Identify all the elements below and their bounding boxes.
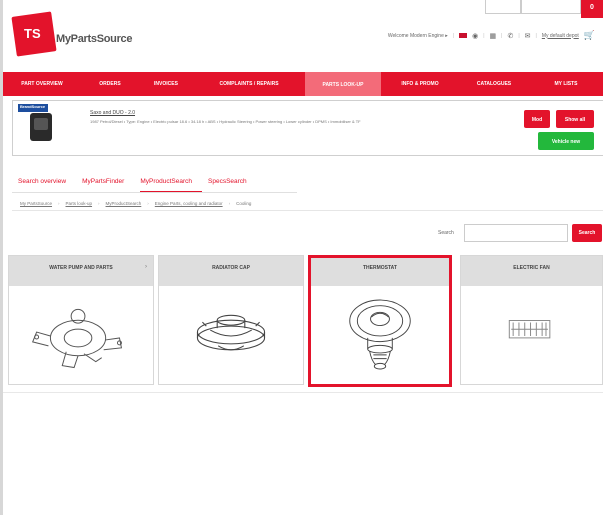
content-divider — [3, 392, 603, 393]
card-title: Electric fan — [461, 256, 602, 286]
breadcrumb-separator: › — [98, 201, 100, 206]
top-cart-badge[interactable]: 0 — [581, 0, 603, 18]
breadcrumb-separator: › — [228, 201, 231, 206]
utility-bar: Welcome Modern Engine ▸ | ◉ | ▦ | ✆ | ✉ … — [388, 30, 595, 41]
mail-icon[interactable]: ✉ — [525, 32, 531, 40]
category-card-thermostat[interactable]: Thermostat — [308, 255, 452, 387]
breadcrumb-current: Cooling — [236, 201, 252, 206]
category-card-radiator-cap[interactable]: Radiator cap — [158, 255, 304, 385]
language-flag-icon[interactable] — [459, 33, 468, 38]
breadcrumb: My PartsSource › Parts look-up › MyProdu… — [20, 201, 251, 206]
search-button[interactable]: Search — [572, 224, 602, 242]
breadcrumb-item[interactable]: Engine Parts, cooling and radiator — [155, 201, 223, 206]
new-vehicle-button[interactable]: Vehicle new — [538, 132, 594, 150]
vehicle-description: 1987 Petrol/Diesel • Type: Engine • Elec… — [90, 119, 361, 124]
grid-icon[interactable]: ▦ — [490, 32, 497, 40]
tab-mypartsfinder[interactable]: MyPartsFinder — [82, 178, 134, 193]
nav-my-lists[interactable]: My Lists — [529, 81, 603, 87]
radiator-cap-icon — [196, 314, 266, 351]
tab-myproductsearch[interactable]: MyProductSearch — [140, 178, 202, 193]
breadcrumb-item[interactable]: My PartsSource — [20, 201, 52, 206]
top-box-b[interactable] — [521, 0, 581, 14]
default-depot-link[interactable]: My default depot — [542, 33, 579, 39]
nav-part-overview[interactable]: Part Overview — [3, 81, 81, 87]
search-tabs: Search overview MyPartsFinder MyProductS… — [18, 178, 263, 193]
tabs-divider — [12, 192, 297, 193]
welcome-text[interactable]: Welcome Modern Engine ▸ — [388, 33, 448, 39]
nav-info-promo[interactable]: Info & Promo — [381, 81, 459, 87]
breadcrumb-separator: › — [58, 201, 60, 206]
tab-specssearch[interactable]: SpecsSearch — [208, 178, 257, 193]
top-strip: 0 — [485, 0, 603, 18]
tab-search-overview[interactable]: Search overview — [18, 178, 76, 193]
top-box-a[interactable] — [485, 0, 521, 14]
cart-icon[interactable]: 🛒 — [584, 30, 595, 41]
nav-complaints[interactable]: Complaints / Repairs — [193, 81, 305, 87]
modify-vehicle-button[interactable]: Mod — [524, 110, 550, 128]
card-title: Radiator cap — [159, 256, 303, 286]
nav-parts-lookup[interactable]: Parts Look-Up — [305, 72, 381, 96]
breadcrumb-divider — [12, 210, 603, 211]
nav-catalogues[interactable]: Catalogues — [459, 81, 529, 87]
brand-name: MyPartsSource — [56, 33, 133, 45]
ts-logo-text: TS — [24, 26, 41, 41]
nav-orders[interactable]: Orders — [81, 81, 139, 87]
vehicle-brand-logo: BrandSource — [18, 104, 48, 112]
breadcrumb-item[interactable]: MyProductSearch — [106, 201, 142, 206]
search-label: Search — [438, 230, 454, 236]
thermostat-icon — [349, 299, 411, 370]
breadcrumb-separator: › — [147, 201, 149, 206]
separator: | — [483, 32, 485, 39]
separator: | — [518, 32, 520, 39]
category-card-water-pump[interactable]: Water pump and parts › — [8, 255, 154, 385]
category-card-electric-fan[interactable]: Electric fan — [460, 255, 603, 385]
show-all-button[interactable]: Show all — [556, 110, 594, 128]
card-title: Water pump and parts — [9, 256, 153, 286]
card-title: Thermostat — [311, 258, 449, 286]
main-nav: Part Overview Orders Invoices Complaints… — [3, 72, 603, 96]
vehicle-title[interactable]: Saxo and DUO - 2.0 — [90, 110, 135, 116]
phone-icon[interactable]: ✆ — [507, 32, 513, 40]
separator: | — [501, 32, 503, 39]
chevron-down-icon[interactable]: › — [145, 264, 147, 270]
breadcrumb-item[interactable]: Parts look-up — [66, 201, 93, 206]
vehicle-image — [30, 113, 52, 141]
gear-icon[interactable]: ◉ — [472, 32, 478, 40]
water-pump-icon — [32, 308, 123, 369]
vehicle-panel — [12, 100, 603, 156]
separator: | — [452, 32, 455, 39]
electric-fan-icon — [508, 320, 551, 339]
separator: | — [535, 32, 537, 39]
search-input[interactable] — [464, 224, 568, 242]
nav-invoices[interactable]: Invoices — [139, 81, 193, 87]
